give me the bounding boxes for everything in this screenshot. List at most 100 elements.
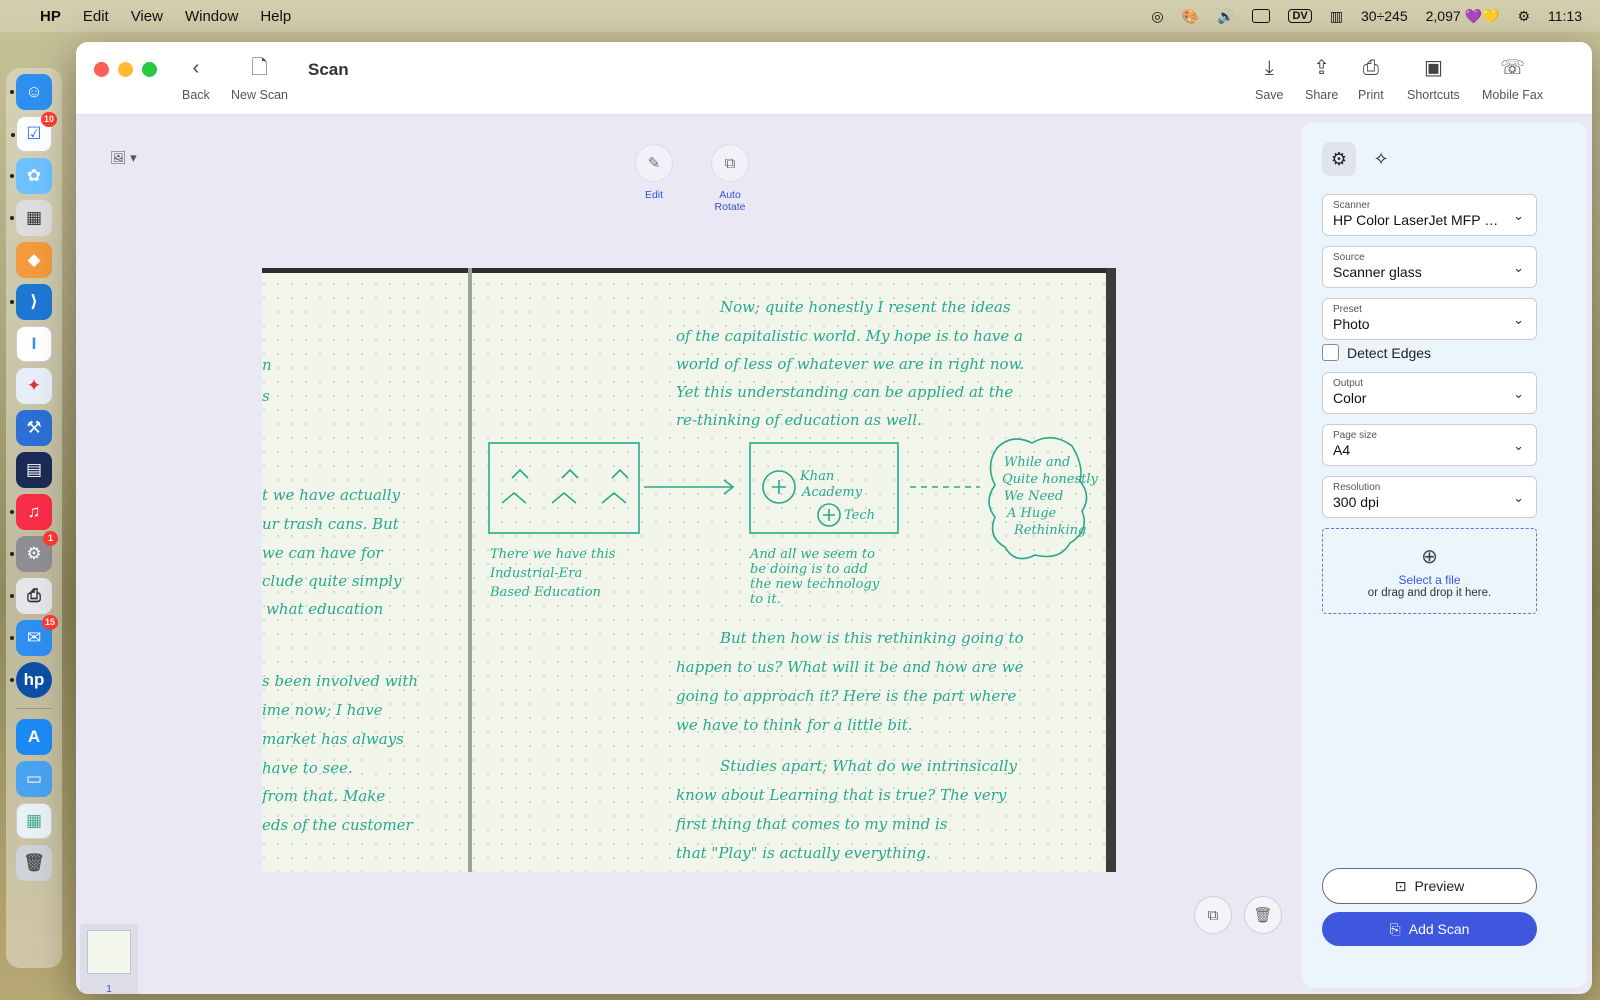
close-window-button[interactable] bbox=[94, 62, 109, 77]
duplicate-page-button[interactable]: ⧉ bbox=[1194, 896, 1232, 934]
scan-line: ime now; I have bbox=[262, 701, 383, 719]
edit-tool-label: Edit bbox=[644, 189, 664, 201]
auto-rotate-button[interactable]: ⧉ Auto Rotate bbox=[690, 144, 770, 213]
scan-line: we can have for bbox=[262, 544, 384, 562]
scan-line: We Need bbox=[1004, 489, 1063, 504]
page-thumbnail[interactable]: 1 bbox=[80, 924, 138, 994]
minimize-window-button[interactable] bbox=[118, 62, 133, 77]
output-select[interactable]: Output Color ⌄ bbox=[1322, 372, 1537, 414]
add-scan-button[interactable]: ⎘ Add Scan bbox=[1322, 912, 1537, 946]
pixelmator-icon[interactable]: ◆ bbox=[16, 242, 52, 278]
scan-line: the new technology bbox=[750, 577, 880, 592]
chevron-down-icon: ⌄ bbox=[1513, 208, 1524, 223]
new-scan-button[interactable]: 🗋 New Scan bbox=[231, 56, 288, 102]
running-indicator bbox=[10, 594, 14, 598]
menu-edit[interactable]: Edit bbox=[83, 8, 109, 25]
file-dropzone[interactable]: ⊕ Select a file or drag and drop it here… bbox=[1322, 528, 1537, 614]
running-indicator bbox=[10, 678, 14, 682]
menu-window[interactable]: Window bbox=[185, 8, 238, 25]
status-counter[interactable]: 30÷245 bbox=[1361, 8, 1408, 24]
memory-icon[interactable]: ▥ bbox=[1330, 8, 1343, 25]
downloads-stack-icon[interactable]: ▦ bbox=[16, 803, 52, 839]
print-button[interactable]: ⎙ Print bbox=[1358, 56, 1384, 102]
fax-icon: ☏ bbox=[1500, 57, 1526, 79]
clock[interactable]: 11:13 bbox=[1548, 8, 1582, 24]
back-button[interactable]: ‹ Back bbox=[182, 56, 210, 102]
battery-icon[interactable] bbox=[1252, 9, 1271, 23]
trash-can-icon: 🗑 bbox=[1253, 907, 1273, 924]
design-app-icon[interactable]: ✦ bbox=[16, 368, 52, 404]
mail-icon[interactable]: ✉ 15 bbox=[10, 615, 58, 656]
edit-tool-button[interactable]: ✎ Edit bbox=[614, 144, 694, 201]
text-editor-icon[interactable]: I bbox=[16, 326, 52, 362]
download-icon: ⤓ bbox=[1264, 57, 1274, 79]
running-indicator bbox=[10, 300, 14, 304]
menu-view[interactable]: View bbox=[131, 8, 163, 25]
detect-edges-label: Detect Edges bbox=[1347, 344, 1432, 361]
airdrop-icon[interactable]: ◎ bbox=[1151, 8, 1163, 25]
preset-select[interactable]: Preset Photo ⌄ bbox=[1322, 298, 1537, 340]
add-page-icon: ⎘ bbox=[1389, 920, 1401, 937]
delete-page-button[interactable]: 🗑 bbox=[1244, 896, 1282, 934]
source-select[interactable]: Source Scanner glass ⌄ bbox=[1322, 246, 1537, 288]
menu-help[interactable]: Help bbox=[260, 8, 291, 25]
vscode-icon[interactable]: ⟩ bbox=[10, 284, 52, 320]
status-score[interactable]: 2,097 💜💛 bbox=[1426, 8, 1500, 25]
resolution-select[interactable]: Resolution 300 dpi ⌄ bbox=[1322, 476, 1537, 518]
settings-tab[interactable]: ⚙ bbox=[1322, 142, 1356, 176]
folder-icon[interactable]: ▭ bbox=[16, 761, 52, 797]
menu-app-name[interactable]: HP bbox=[40, 8, 61, 25]
scanned-notebook-drawing: n s t we have actually ur trash cans. Bu… bbox=[262, 268, 1116, 872]
output-value: Color bbox=[1333, 390, 1367, 406]
volume-icon[interactable]: 🔊 bbox=[1217, 8, 1234, 25]
shortcuts-button[interactable]: ▣ Shortcuts bbox=[1407, 56, 1460, 102]
select-file-link[interactable]: Select a file bbox=[1323, 573, 1536, 587]
app-store-icon[interactable]: A bbox=[16, 719, 52, 755]
printer-icon[interactable]: ⎙ bbox=[10, 578, 52, 614]
mobile-fax-button[interactable]: ☏ Mobile Fax bbox=[1482, 56, 1543, 102]
finder-icon[interactable]: ☺ bbox=[10, 74, 52, 110]
enhance-tab[interactable]: ✧ bbox=[1364, 142, 1398, 176]
menu-bar: HP Edit View Window Help ◎ 🎨 🔊 DV ▥ 30÷2… bbox=[0, 0, 1600, 32]
zoom-window-button[interactable] bbox=[142, 62, 157, 77]
hp-smart-icon[interactable]: hp bbox=[10, 662, 52, 698]
scan-line: Quite honestly bbox=[1002, 472, 1099, 487]
page-size-select[interactable]: Page size A4 ⌄ bbox=[1322, 424, 1537, 466]
hearts-icon: 💜💛 bbox=[1464, 7, 1500, 24]
detect-edges-checkbox[interactable] bbox=[1322, 344, 1339, 361]
trash-icon[interactable]: 🗑 bbox=[16, 845, 52, 881]
dv-status-icon[interactable]: DV bbox=[1288, 9, 1312, 23]
chevron-down-icon: ⌄ bbox=[1513, 386, 1524, 401]
scan-line: t we have actually bbox=[262, 486, 401, 504]
running-indicator bbox=[10, 636, 14, 640]
music-icon[interactable]: ♫ bbox=[10, 494, 52, 530]
save-button[interactable]: ⤓ Save bbox=[1255, 56, 1284, 102]
control-center-icon[interactable]: ⚙ bbox=[1517, 8, 1530, 25]
toolbar: ‹ Back 🗋 New Scan Scan ⤓ Save ⇪ Share ⎙ … bbox=[76, 42, 1592, 115]
dock-separator bbox=[16, 708, 52, 709]
auto-rotate-label-1: Auto bbox=[719, 189, 741, 201]
xcode-icon[interactable]: ⚒ bbox=[16, 410, 52, 446]
system-settings-icon[interactable]: ⚙ 1 bbox=[10, 531, 58, 572]
image-gallery-dropdown[interactable]: 🖼 ▾ bbox=[110, 150, 137, 166]
auto-rotate-label-2: Rotate bbox=[714, 201, 746, 213]
shortcuts-label: Shortcuts bbox=[1407, 88, 1460, 102]
add-scan-label: Add Scan bbox=[1408, 921, 1470, 937]
scan-line: that "Play" is actually everything. bbox=[676, 844, 931, 862]
scan-line: of the capitalistic world. My hope is to… bbox=[676, 327, 1023, 345]
share-button[interactable]: ⇪ Share bbox=[1305, 56, 1338, 102]
palette-icon[interactable]: 🎨 bbox=[1182, 8, 1199, 25]
new-scan-label: New Scan bbox=[231, 88, 288, 102]
preview-button[interactable]: ⊡ Preview bbox=[1322, 868, 1537, 904]
scan-line: clude quite simply bbox=[262, 572, 402, 590]
scan-line: we have to think for a little bit. bbox=[676, 716, 913, 734]
notes-dark-icon[interactable]: ▤ bbox=[16, 452, 52, 488]
checkerboard-app-icon[interactable]: ▦ bbox=[10, 200, 52, 236]
preset-value: Photo bbox=[1333, 316, 1370, 332]
petal-app-icon[interactable]: ✿ bbox=[10, 158, 52, 194]
scan-line: Based Education bbox=[489, 585, 601, 600]
scanner-select[interactable]: Scanner HP Color LaserJet MFP M... ⌄ bbox=[1322, 194, 1537, 236]
running-indicator bbox=[10, 174, 14, 178]
reminders-icon[interactable]: ☑ 10 bbox=[11, 112, 57, 152]
running-indicator bbox=[10, 216, 14, 220]
